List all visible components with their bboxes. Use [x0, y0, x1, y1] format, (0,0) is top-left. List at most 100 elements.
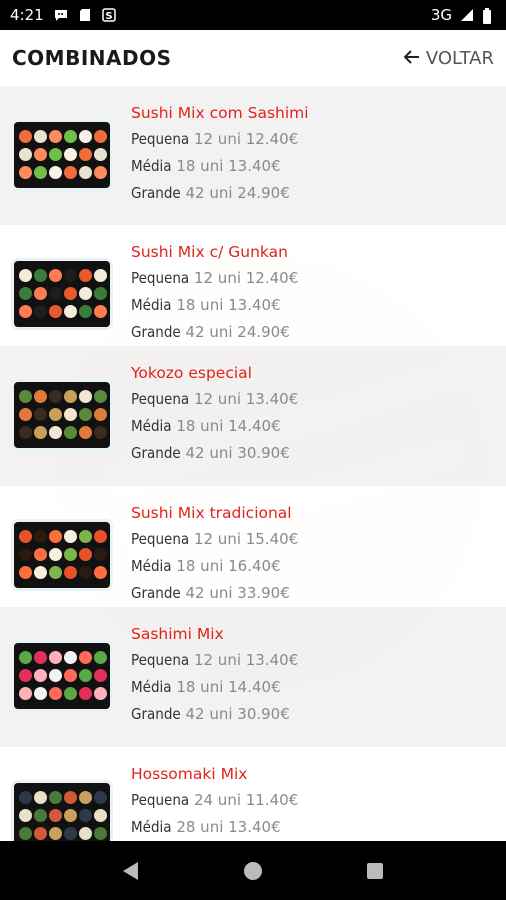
item-name[interactable]: Hossomaki Mix — [131, 761, 298, 787]
product-image — [14, 261, 110, 327]
sushi-piece — [64, 305, 77, 318]
sushi-piece — [34, 408, 47, 421]
list-item[interactable]: Sashimi Mix Pequena 12 uni 13.40€ Média 18… — [0, 607, 506, 747]
list-item[interactable]: Sushi Mix c/ Gunkan Pequena 12 uni 12.40€… — [0, 225, 506, 346]
recents-square-icon[interactable] — [363, 859, 387, 883]
price-option[interactable]: Média 18 uni 13.40€ — [131, 153, 309, 180]
price-option[interactable]: Pequena 12 uni 12.40€ — [131, 126, 309, 153]
sushi-piece — [64, 269, 77, 282]
sushi-piece — [34, 791, 47, 804]
size-label: Grande — [131, 184, 181, 202]
size-price: 12 uni 12.40€ — [193, 130, 299, 148]
price-option[interactable]: Pequena 12 uni 12.40€ — [131, 265, 298, 292]
sushi-piece — [49, 809, 62, 822]
list-item[interactable]: Sushi Mix com Sashimi Pequena 12 uni 12.4… — [0, 86, 506, 225]
sushi-piece — [94, 651, 107, 664]
item-name[interactable]: Sushi Mix com Sashimi — [131, 100, 309, 126]
sushi-piece — [79, 130, 92, 143]
list-item[interactable]: Sushi Mix tradicional Pequena 12 uni 15.4… — [0, 486, 506, 607]
size-label: Média — [131, 417, 172, 435]
sushi-piece — [79, 530, 92, 543]
price-option[interactable]: Pequena 12 uni 13.40€ — [131, 647, 298, 674]
sushi-piece — [79, 827, 92, 840]
price-option[interactable]: Média 18 uni 16.40€ — [131, 553, 298, 580]
size-price: 18 uni 14.40€ — [176, 678, 281, 696]
sushi-piece — [79, 148, 92, 161]
sushi-piece — [64, 408, 77, 421]
sushi-piece — [34, 166, 47, 179]
sushi-piece — [64, 148, 77, 161]
sushi-piece — [94, 687, 107, 700]
sushi-piece — [64, 530, 77, 543]
sushi-piece — [94, 530, 107, 543]
sushi-piece — [19, 687, 32, 700]
sushi-piece — [19, 566, 32, 579]
price-option[interactable]: Pequena 24 uni 11.40€ — [131, 787, 298, 814]
price-option[interactable]: Grande 42 uni 33.90€ — [131, 580, 298, 607]
price-option[interactable]: Média 18 uni 13.40€ — [131, 292, 298, 319]
size-label: Média — [131, 678, 172, 696]
sushi-piece — [49, 148, 62, 161]
price-option[interactable]: Pequena 12 uni 15.40€ — [131, 526, 298, 553]
sushi-piece — [19, 548, 32, 561]
sushi-piece — [49, 426, 62, 439]
sushi-piece — [64, 287, 77, 300]
sushi-piece — [94, 408, 107, 421]
home-circle-icon[interactable] — [241, 859, 265, 883]
sushi-piece — [94, 305, 107, 318]
sushi-piece — [64, 426, 77, 439]
sushi-piece — [94, 548, 107, 561]
item-name[interactable]: Sushi Mix c/ Gunkan — [131, 239, 298, 265]
sushi-piece — [49, 130, 62, 143]
list-item[interactable]: Yokozo especial Pequena 12 uni 13.40€ Médi… — [0, 346, 506, 486]
sushi-piece — [19, 669, 32, 682]
sushi-piece — [64, 130, 77, 143]
sushi-piece — [19, 166, 32, 179]
sushi-piece — [34, 809, 47, 822]
price-option[interactable]: Grande 42 uni 30.90€ — [131, 701, 298, 728]
sushi-piece — [64, 390, 77, 403]
system-nav-bar — [0, 841, 506, 900]
size-price: 18 uni 13.40€ — [176, 296, 281, 314]
item-info: Sushi Mix c/ Gunkan Pequena 12 uni 12.40€… — [131, 239, 298, 346]
price-option[interactable]: Grande 42 uni 24.90€ — [131, 180, 309, 207]
price-option[interactable]: Grande 42 uni 30.90€ — [131, 440, 298, 467]
sushi-piece — [64, 809, 77, 822]
network-type: 3G — [430, 6, 452, 24]
s-app-icon: S — [101, 8, 116, 22]
sushi-piece — [79, 669, 92, 682]
message-icon — [54, 8, 68, 22]
price-option[interactable]: Pequena 12 uni 13.40€ — [131, 386, 298, 413]
size-price: 12 uni 13.40€ — [193, 390, 299, 408]
size-label: Pequena — [131, 269, 190, 287]
item-name[interactable]: Sushi Mix tradicional — [131, 500, 298, 526]
list-item[interactable]: Hossomaki Mix Pequena 24 uni 11.40€ Média … — [0, 747, 506, 841]
size-label: Pequena — [131, 530, 190, 548]
combo-list[interactable]: Sushi Mix com Sashimi Pequena 12 uni 12.4… — [0, 86, 506, 841]
price-option[interactable]: Grande 42 uni 24.90€ — [131, 319, 298, 346]
price-option[interactable]: Média 28 uni 13.40€ — [131, 814, 298, 841]
sushi-piece — [94, 566, 107, 579]
size-label: Média — [131, 557, 172, 575]
back-label: VOLTAR — [425, 47, 494, 69]
svg-text:S: S — [105, 11, 112, 22]
sushi-piece — [34, 530, 47, 543]
size-label: Pequena — [131, 390, 190, 408]
sushi-piece — [49, 166, 62, 179]
item-name[interactable]: Yokozo especial — [131, 360, 298, 386]
sushi-piece — [49, 566, 62, 579]
sushi-piece — [94, 390, 107, 403]
size-label: Grande — [131, 705, 181, 723]
size-price: 18 uni 16.40€ — [176, 557, 281, 575]
sushi-piece — [49, 390, 62, 403]
size-price: 12 uni 15.40€ — [193, 530, 299, 548]
price-option[interactable]: Média 18 uni 14.40€ — [131, 674, 298, 701]
price-option[interactable]: Média 18 uni 14.40€ — [131, 413, 298, 440]
size-price: 12 uni 13.40€ — [193, 651, 299, 669]
sushi-piece — [49, 305, 62, 318]
status-time: 4:21 — [10, 6, 44, 24]
back-triangle-icon[interactable] — [119, 859, 143, 883]
back-button[interactable]: VOLTAR — [403, 47, 494, 69]
sushi-piece — [19, 827, 32, 840]
item-name[interactable]: Sashimi Mix — [131, 621, 298, 647]
